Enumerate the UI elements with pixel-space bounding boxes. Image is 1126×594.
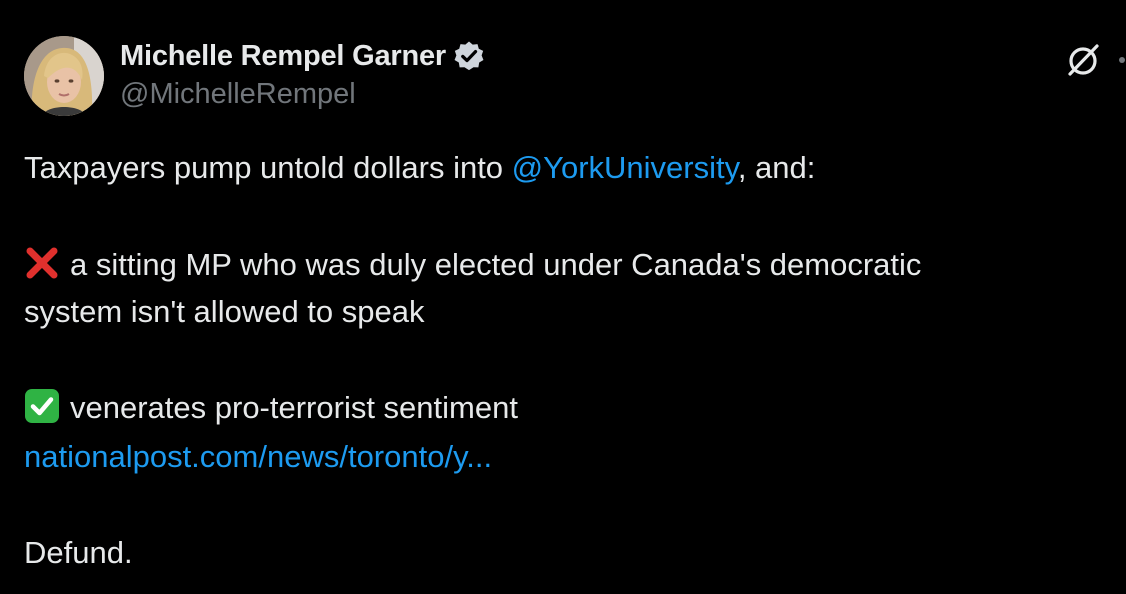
- tweet-text-intro-end: , and:: [737, 150, 816, 185]
- article-link[interactable]: nationalpost.com/news/toronto/y...: [24, 439, 492, 474]
- check-mark-icon: [24, 388, 60, 424]
- tweet: Michelle Rempel Garner @MichelleRempel T…: [0, 0, 1126, 594]
- closing-text: Defund.: [24, 535, 133, 570]
- more-icon[interactable]: [1119, 57, 1125, 63]
- mention-link[interactable]: @YorkUniversity: [512, 150, 738, 185]
- author-row: Michelle Rempel Garner: [120, 38, 486, 74]
- author-handle[interactable]: @MichelleRempel: [120, 78, 356, 111]
- grok-icon[interactable]: [1064, 40, 1104, 80]
- cross-mark-icon: [24, 245, 60, 281]
- cross-text-line1: a sitting MP who was duly elected under …: [70, 247, 922, 282]
- author-name[interactable]: Michelle Rempel Garner: [120, 40, 446, 73]
- check-line: venerates pro-terrorist sentiment: [24, 385, 518, 431]
- article-link-line: nationalpost.com/news/toronto/y...: [24, 434, 492, 480]
- check-text: venerates pro-terrorist sentiment: [70, 390, 518, 425]
- cross-text-line2: system isn't allowed to speak: [24, 294, 425, 329]
- verified-badge-icon[interactable]: [452, 39, 486, 73]
- cross-line: a sitting MP who was duly elected under …: [24, 242, 921, 288]
- avatar[interactable]: [24, 36, 104, 116]
- tweet-text-intro: Taxpayers pump untold dollars into: [24, 150, 512, 185]
- tweet-line-1: Taxpayers pump untold dollars into @York…: [24, 145, 815, 191]
